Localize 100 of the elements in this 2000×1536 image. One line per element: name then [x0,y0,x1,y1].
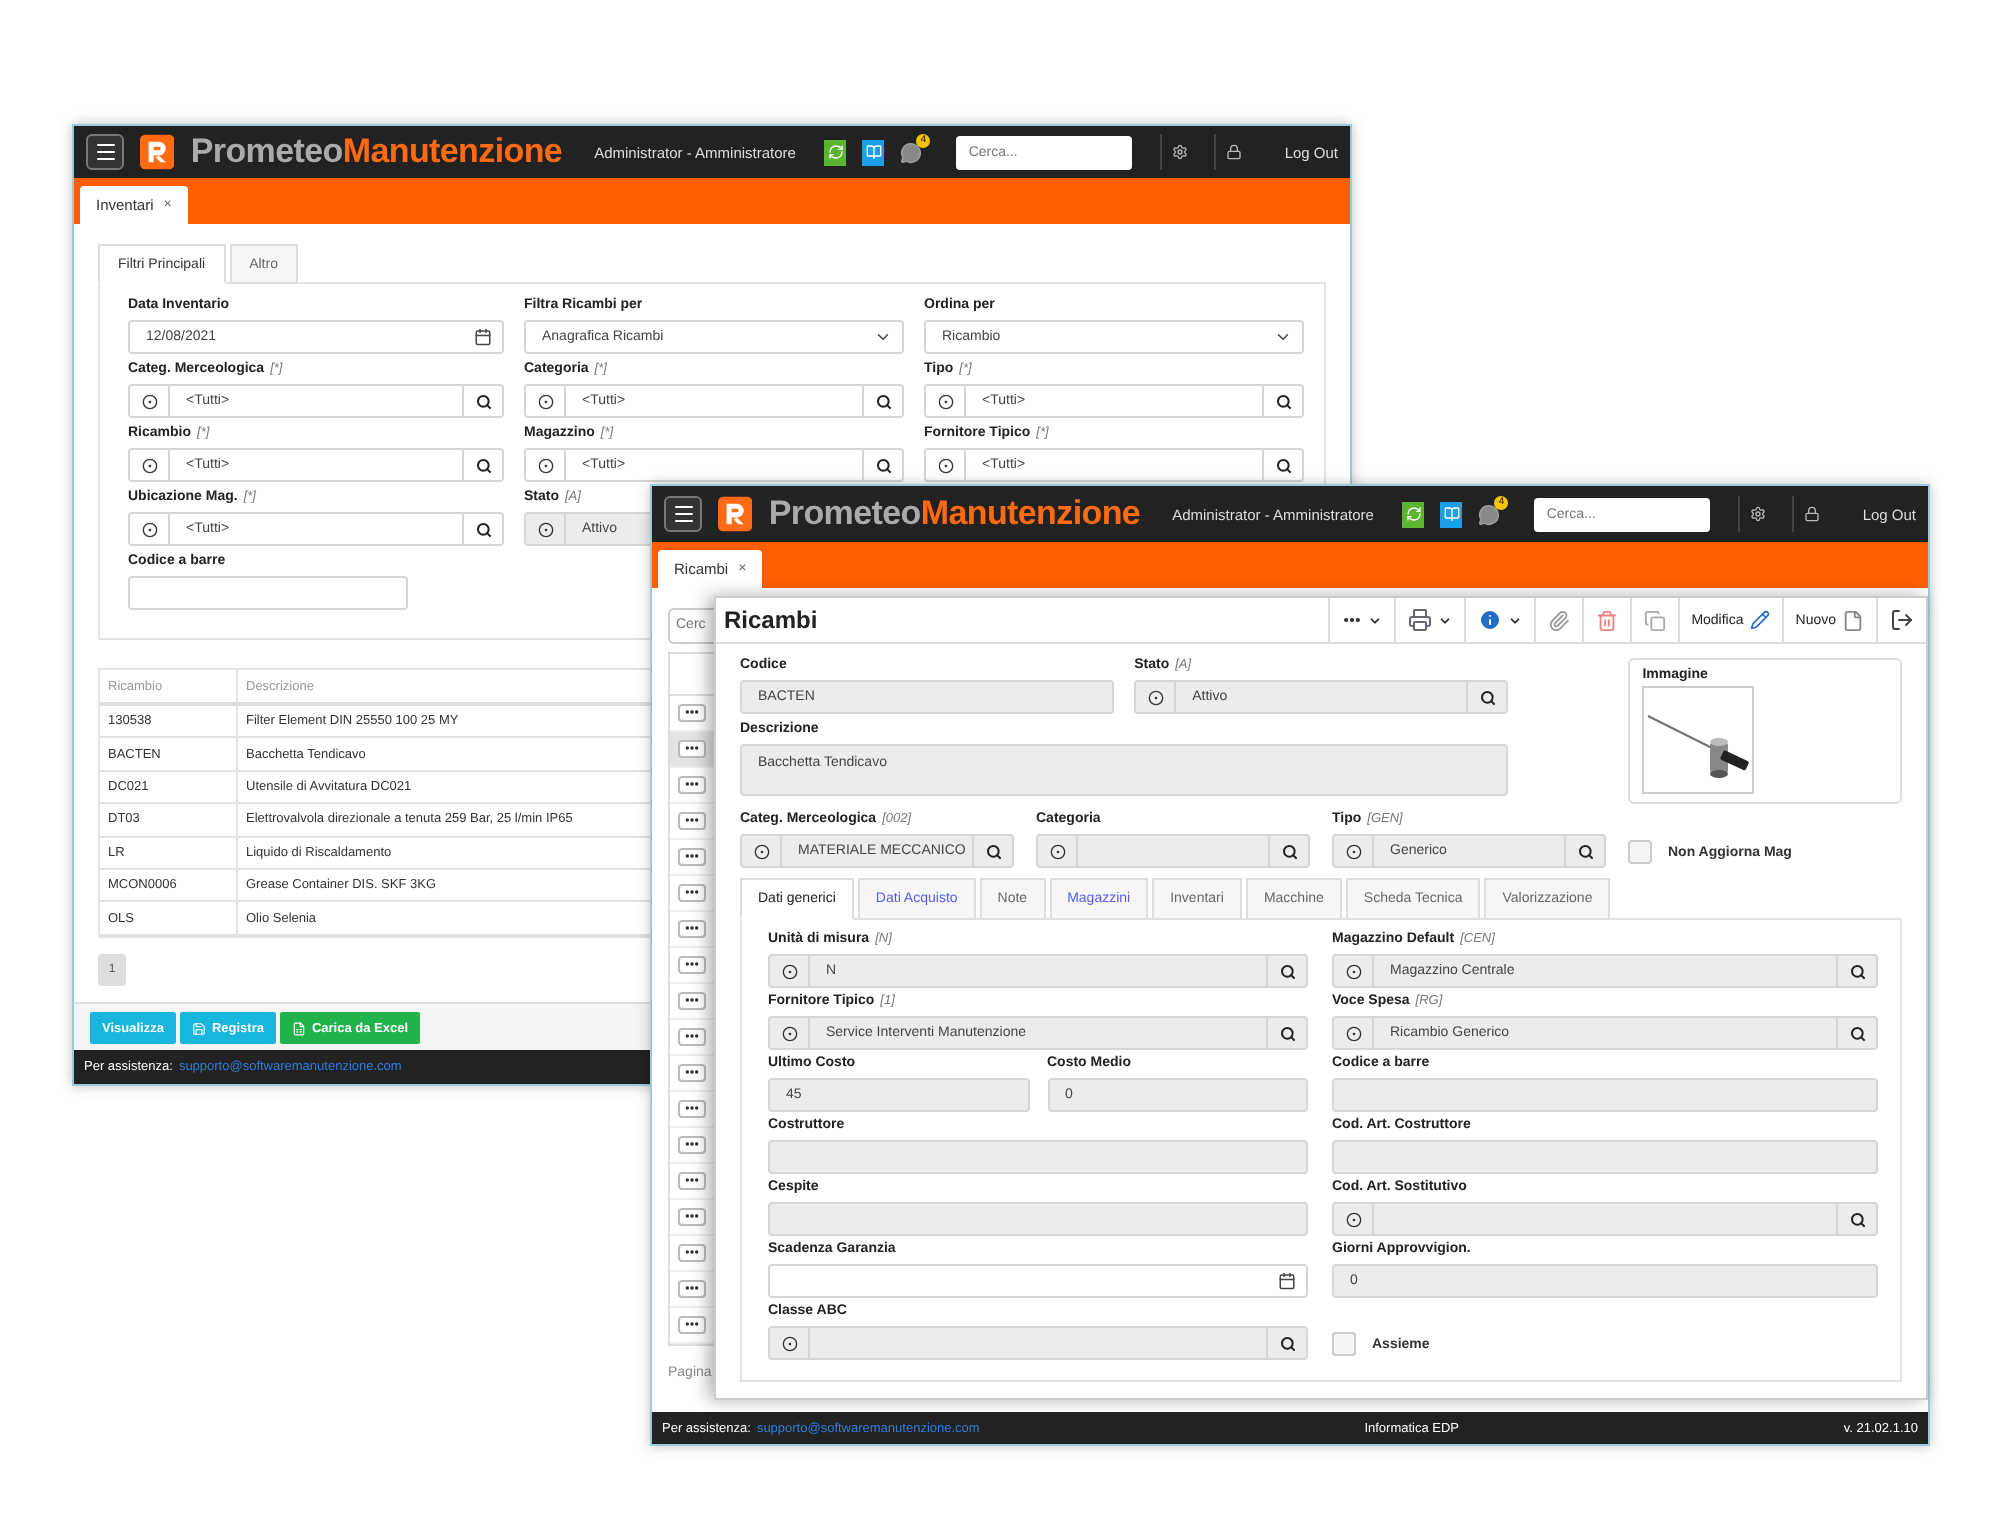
more-icon [684,1244,700,1260]
radio-icon [1345,843,1361,859]
menu-button[interactable] [86,134,125,170]
attach-button[interactable] [1533,598,1582,642]
search-icon [1275,393,1291,409]
more-button[interactable] [678,919,706,937]
more-icon [684,1280,700,1296]
more-button[interactable] [678,991,706,1009]
more-icon [684,1208,700,1224]
radio-icon [537,457,553,473]
search-icon [1275,457,1291,473]
chevron-down-icon [874,328,892,346]
spreadsheet-icon [291,1021,306,1035]
more-button[interactable] [678,811,706,829]
date-field[interactable] [768,1264,1308,1298]
radio-icon [141,393,157,409]
radio-icon [1147,689,1164,705]
search-icon [475,393,491,409]
more-button[interactable] [678,1135,706,1153]
print-button[interactable] [1393,598,1464,642]
save-icon [191,1021,206,1035]
search-icon [1577,843,1593,859]
brand-name: PrometeoManutenzione [768,494,1141,534]
more-button[interactable] [678,955,706,973]
radio-icon [141,457,157,473]
menu-button[interactable] [664,496,703,532]
chat-icon[interactable] [900,141,923,163]
pencil-icon [1749,610,1770,630]
more-button[interactable] [678,883,706,901]
more-button[interactable] [678,1315,706,1333]
radio-icon [937,393,953,409]
settings-icon[interactable] [1172,144,1189,160]
more-icon [684,1172,700,1188]
more-button[interactable] [678,1243,706,1261]
delete-button[interactable] [1581,598,1630,642]
caret-icon [1507,613,1522,627]
calendar-icon[interactable] [474,328,492,346]
more-icon [684,1136,700,1152]
search-icon [875,457,891,473]
caret-icon [1437,613,1452,627]
search-icon [1279,1025,1295,1041]
checkbox[interactable] [1628,840,1652,864]
copy-icon [1643,609,1666,631]
radio-icon [1049,843,1065,859]
settings-icon[interactable] [1750,506,1767,522]
more-button[interactable] [678,1027,706,1045]
search-icon [1281,843,1297,859]
exit-icon [1890,608,1914,632]
more-icon [684,1316,700,1332]
more-icon [684,848,700,864]
calendar-icon[interactable] [1278,1272,1296,1290]
book-button[interactable] [862,139,885,165]
search-icon [475,457,491,473]
more-button[interactable] [678,775,706,793]
refresh-icon [827,144,844,160]
dialog-title: Ricambi [724,606,818,634]
logo-icon [140,132,175,172]
logo-icon [718,494,753,534]
brand-name: PrometeoManutenzione [190,132,563,172]
search-icon [475,521,491,537]
book-icon [1443,506,1460,522]
info-button[interactable] [1463,598,1534,642]
more-button[interactable] [678,1063,706,1081]
checkbox[interactable] [1332,1332,1356,1356]
more-button[interactable] [678,1279,706,1297]
more-icon [684,1028,700,1044]
search-icon [1849,1211,1865,1227]
more-button[interactable] [678,703,706,721]
lock-icon[interactable] [1804,506,1821,522]
radio-icon [781,1335,797,1351]
more-button[interactable] [678,1207,706,1225]
refresh-button[interactable] [823,139,847,165]
radio-icon [141,521,157,537]
radio-icon [753,843,769,859]
search-icon [1849,1025,1865,1041]
caret-icon [1367,613,1382,627]
radio-icon [781,963,797,979]
radio-icon [1345,1211,1361,1227]
more-button[interactable] [678,739,706,757]
chat-icon[interactable] [1478,503,1501,525]
search-icon [985,843,1001,859]
text-field[interactable] [128,576,408,610]
more-button[interactable] [678,1171,706,1189]
radio-icon [1345,1025,1361,1041]
more-button[interactable] [678,1099,706,1117]
book-button[interactable] [1440,501,1463,527]
info-icon [1477,608,1502,632]
exit-button[interactable] [1876,598,1926,642]
radio-icon [537,393,553,409]
file-icon [1842,609,1864,631]
more-button[interactable] [678,847,706,865]
refresh-button[interactable] [1401,501,1425,527]
paperclip-icon [1547,609,1570,631]
more-icon [684,992,700,1008]
radio-icon [1345,963,1361,979]
trash-icon [1595,609,1618,631]
search-icon [1279,1335,1295,1351]
more-icon [684,956,700,972]
radio-icon [937,457,953,473]
lock-icon[interactable] [1226,144,1243,160]
